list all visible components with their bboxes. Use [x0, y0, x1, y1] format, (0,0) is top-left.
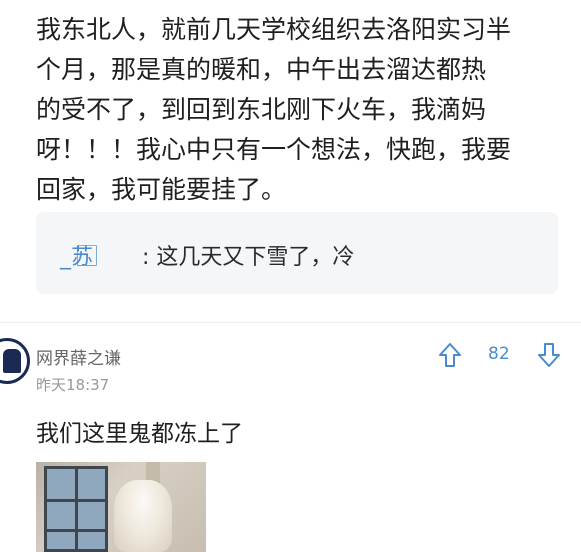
- reply-quote[interactable]: _苏 ⃞ : 这几天又下雪了，冷: [36, 212, 558, 294]
- window-frame: [44, 466, 108, 552]
- frozen-ice: [114, 480, 172, 552]
- avatar-figure: [3, 349, 21, 373]
- post-line: 我东北人，就前几天学校组织去洛阳实习半: [36, 15, 512, 44]
- reply-author[interactable]: _苏 ⃞: [60, 239, 98, 271]
- comment-image[interactable]: [36, 462, 206, 552]
- reply-text: : 这几天又下雪了，冷: [142, 245, 355, 270]
- post-body: 我东北人，就前几天学校组织去洛阳实习半 个月，那是真的暖和，中午出去溜达都热 的…: [36, 10, 556, 210]
- post-line: 回家，我可能要挂了。: [36, 175, 287, 204]
- vote-count: 82: [488, 344, 510, 364]
- avatar[interactable]: [0, 338, 30, 384]
- comment-divider: [0, 322, 581, 323]
- down-arrow-icon[interactable]: [537, 342, 561, 368]
- comment-username[interactable]: 网界薛之谦: [36, 344, 121, 369]
- post-line: 呀！！！我心中只有一个想法，快跑，我要: [36, 135, 512, 164]
- up-arrow-icon[interactable]: [438, 342, 462, 368]
- post-line: 个月，那是真的暖和，中午出去溜达都热: [36, 55, 487, 84]
- window-bar: [75, 469, 78, 549]
- post-line: 的受不了，到回到东北刚下火车，我滴妈: [36, 95, 487, 124]
- comment-timestamp: 昨天18:37: [36, 376, 110, 394]
- comment-text: 我们这里鬼都冻上了: [36, 421, 243, 447]
